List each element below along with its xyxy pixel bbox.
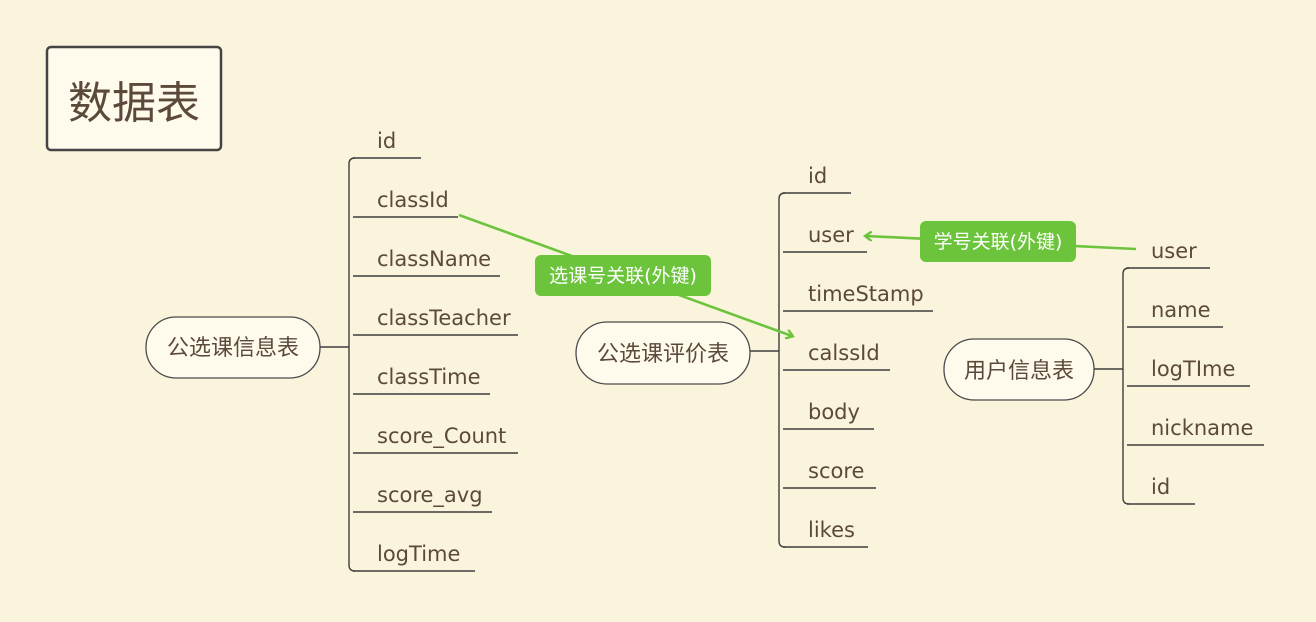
review-field-label: likes [808,518,855,542]
course-field-label: id [377,129,396,153]
review-field-timeStamp[interactable]: timeStamp [783,282,933,312]
review-field-label: score [808,459,864,483]
course-table-trunk [348,157,356,572]
course-field-label: logTime [377,542,460,566]
review-field-calssId[interactable]: calssId [783,341,890,371]
user-field-user[interactable]: user [1127,239,1210,269]
review-field-label: body [808,400,860,424]
review-table-node[interactable]: 公选课评价表 [575,321,751,385]
course-field-classTeacher[interactable]: classTeacher [353,306,518,336]
review-field-label: timeStamp [808,282,924,306]
course-field-id[interactable]: id [353,129,421,159]
user-field-name[interactable]: name [1127,298,1223,328]
user-field-id[interactable]: id [1127,475,1195,505]
review-table-label: 公选课评价表 [597,342,729,367]
course-field-label: score_Count [377,424,506,449]
user-field-label: logTIme [1151,357,1235,381]
course-field-score_avg[interactable]: score_avg [353,483,492,513]
course-field-label: classTeacher [377,306,511,330]
course-field-label: score_avg [377,483,483,508]
relation-course-review-label: 选课号关联(外键) [549,265,697,287]
course-field-label: className [377,247,491,271]
diagram-title-text: 数据表 [68,78,200,129]
user-field-logTIme[interactable]: logTIme [1127,357,1250,387]
mindmap-canvas: 数据表 id classId className classTeacher classT… [45,45,1264,572]
course-table-node[interactable]: 公选课信息表 [145,316,321,379]
review-field-body[interactable]: body [783,400,874,430]
review-field-label: calssId [808,341,880,365]
user-table-label: 用户信息表 [964,359,1074,384]
relation-user-review: 学号关联(外键) [866,221,1137,262]
user-field-nickname[interactable]: nickname [1127,416,1264,446]
user-field-label: user [1151,239,1197,263]
review-field-score[interactable]: score [783,459,876,489]
course-field-label: classId [377,188,449,212]
course-field-classTime[interactable]: classTime [353,365,490,395]
user-table: user name logTIme nickname id 用户信息表 [943,239,1264,505]
relation-user-review-label: 学号关联(外键) [934,231,1063,253]
user-table-node[interactable]: 用户信息表 [943,338,1095,401]
course-field-className[interactable]: className [353,247,500,277]
course-field-score_Count[interactable]: score_Count [353,424,518,454]
diagram-title: 数据表 [45,45,223,152]
review-field-id[interactable]: id [783,164,851,194]
review-table: id user timeStamp calssId body score likes 公选课… [575,164,933,548]
course-field-logTime[interactable]: logTime [353,542,475,572]
course-table-label: 公选课信息表 [167,336,299,361]
review-field-likes[interactable]: likes [783,518,868,548]
course-field-label: classTime [377,365,481,389]
review-field-label: id [808,164,827,188]
user-field-label: name [1151,298,1211,322]
course-field-classId[interactable]: classId [353,188,458,218]
user-field-label: nickname [1151,416,1253,440]
course-table: id classId className classTeacher classTime s… [145,129,518,572]
review-field-label: user [808,223,854,247]
review-field-user[interactable]: user [783,223,867,253]
user-field-label: id [1151,475,1170,499]
